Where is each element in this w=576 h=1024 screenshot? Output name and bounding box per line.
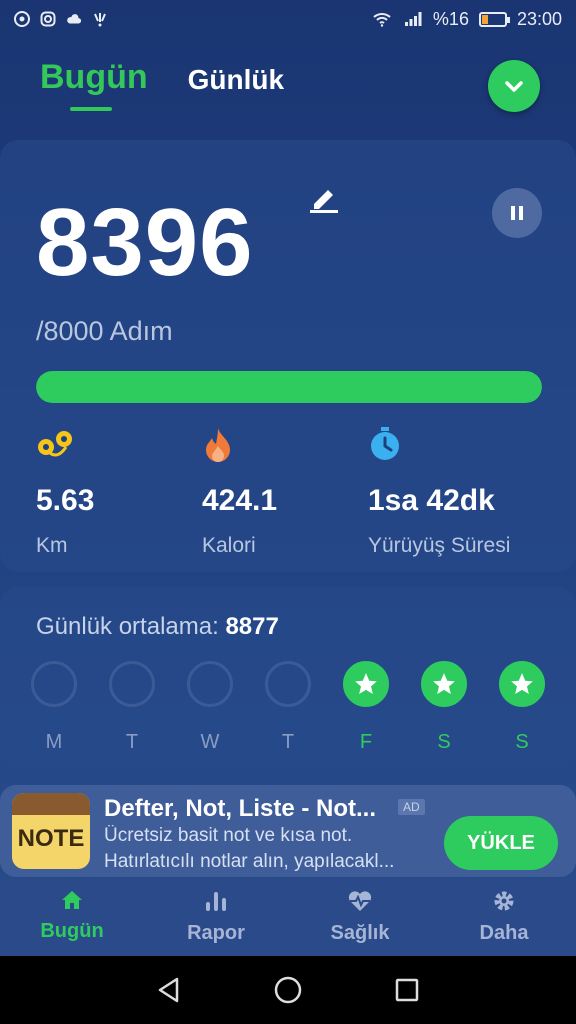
distance-value: 5.63 — [36, 484, 95, 517]
chevron-down-icon — [505, 81, 523, 92]
ad-logo-text: NOTE — [17, 825, 85, 852]
gear-icon — [494, 891, 514, 911]
nav-label-report: Rapor — [187, 922, 245, 944]
day-goal-star — [499, 661, 545, 707]
steps-card: 8396 /8000 Adım 5.63 Km 424.1 Kalori 1sa… — [0, 140, 576, 572]
day-goal-star — [343, 661, 389, 707]
top-tabs: Bugün Günlük — [40, 58, 284, 111]
week-days: MTWTFSS — [30, 661, 550, 754]
ad-install-button[interactable]: YÜKLE — [444, 816, 558, 870]
day-label: S — [515, 731, 529, 753]
ad-description-line-2: Hatırlatıcılı notlar alın, yapılacakl... — [104, 851, 395, 872]
cloud-icon — [67, 14, 82, 24]
day-label: T — [281, 731, 295, 753]
calories-label: Kalori — [202, 534, 256, 557]
heart-icon — [348, 891, 372, 911]
day-7[interactable]: S — [498, 661, 546, 754]
day-label: M — [45, 731, 63, 753]
bottom-nav: Bugün Rapor Sağlık Daha — [0, 878, 576, 956]
daily-average-value: 8877 — [225, 613, 279, 640]
clock: 23:00 — [516, 8, 562, 29]
stat-duration: 1sa 42dk Yürüyüş Süresi — [368, 426, 510, 558]
back-icon[interactable] — [155, 976, 183, 1004]
pause-button[interactable] — [492, 188, 542, 238]
nav-item-health[interactable]: Sağlık — [288, 878, 432, 956]
day-progress-circle — [31, 661, 77, 707]
fire-icon — [206, 428, 230, 462]
day-progress-circle — [109, 661, 155, 707]
distance-icon — [38, 431, 72, 457]
star-icon — [511, 673, 533, 694]
step-progress-fill — [36, 371, 542, 403]
chrome-icon — [14, 11, 30, 27]
status-bar: %16 23:00 — [0, 0, 576, 38]
pause-icon — [511, 206, 523, 220]
step-count: 8396 — [36, 189, 254, 296]
ad-badge: AD — [398, 799, 425, 815]
day-label: S — [437, 731, 451, 753]
wifi-icon — [373, 13, 391, 27]
recents-icon[interactable] — [393, 976, 421, 1004]
ad-banner[interactable]: NOTE Defter, Not, Liste - Not... AD Ücre… — [0, 785, 576, 877]
home-circle-icon[interactable] — [273, 975, 303, 1005]
star-icon — [433, 673, 455, 694]
day-3[interactable]: W — [186, 661, 234, 754]
battery-percent: %16 — [432, 8, 469, 29]
distance-label: Km — [36, 534, 68, 557]
bar-chart-icon — [206, 892, 226, 911]
status-right: %16 23:00 — [371, 9, 562, 30]
daily-average: Günlük ortalama: 8877 — [36, 613, 279, 641]
android-nav-bar — [0, 956, 576, 1024]
tab-daily[interactable]: Günlük — [188, 64, 284, 97]
tab-today[interactable]: Bugün — [40, 58, 148, 111]
day-1[interactable]: M — [30, 661, 78, 754]
instagram-icon — [40, 11, 56, 27]
day-5[interactable]: F — [342, 661, 390, 754]
edit-icon[interactable] — [308, 180, 342, 214]
day-6[interactable]: S — [420, 661, 468, 754]
step-goal: /8000 Adım — [36, 316, 173, 346]
day-4[interactable]: T — [264, 661, 312, 754]
day-progress-circle — [265, 661, 311, 707]
nav-item-today[interactable]: Bugün — [0, 878, 144, 956]
ad-description-line-1: Ücretsiz basit not ve kısa not. — [104, 825, 353, 846]
day-label: W — [200, 731, 220, 753]
nav-label-more: Daha — [479, 922, 529, 944]
stat-calories: 424.1 Kalori — [202, 426, 277, 558]
day-2[interactable]: T — [108, 661, 156, 754]
day-progress-circle — [187, 661, 233, 707]
notification-icon — [94, 13, 106, 27]
ad-app-logo[interactable]: NOTE — [12, 793, 90, 869]
ad-title[interactable]: Defter, Not, Liste - Not... — [104, 795, 376, 823]
weekly-card[interactable]: Günlük ortalama: 8877 M T W T F S S — [0, 587, 576, 769]
status-left — [14, 11, 108, 27]
battery-icon — [478, 11, 510, 27]
nav-label-health: Sağlık — [330, 922, 390, 944]
nav-label-today: Bugün — [40, 920, 104, 942]
home-icon — [62, 891, 82, 909]
stopwatch-icon — [371, 427, 399, 460]
star-icon — [355, 673, 377, 694]
duration-label: Yürüyüş Süresi — [368, 534, 511, 557]
dropdown-button[interactable] — [488, 60, 540, 112]
nav-item-report[interactable]: Rapor — [144, 878, 288, 956]
day-label: F — [359, 731, 373, 753]
stat-distance: 5.63 Km — [36, 426, 94, 558]
calories-value: 424.1 — [202, 484, 278, 517]
nav-item-more[interactable]: Daha — [432, 878, 576, 956]
step-progress-bar — [36, 371, 542, 403]
duration-value: 1sa 42dk — [368, 484, 495, 517]
day-goal-star — [421, 661, 467, 707]
day-label: T — [125, 731, 139, 753]
daily-average-label: Günlük ortalama: — [36, 613, 219, 640]
signal-icon — [404, 12, 422, 26]
